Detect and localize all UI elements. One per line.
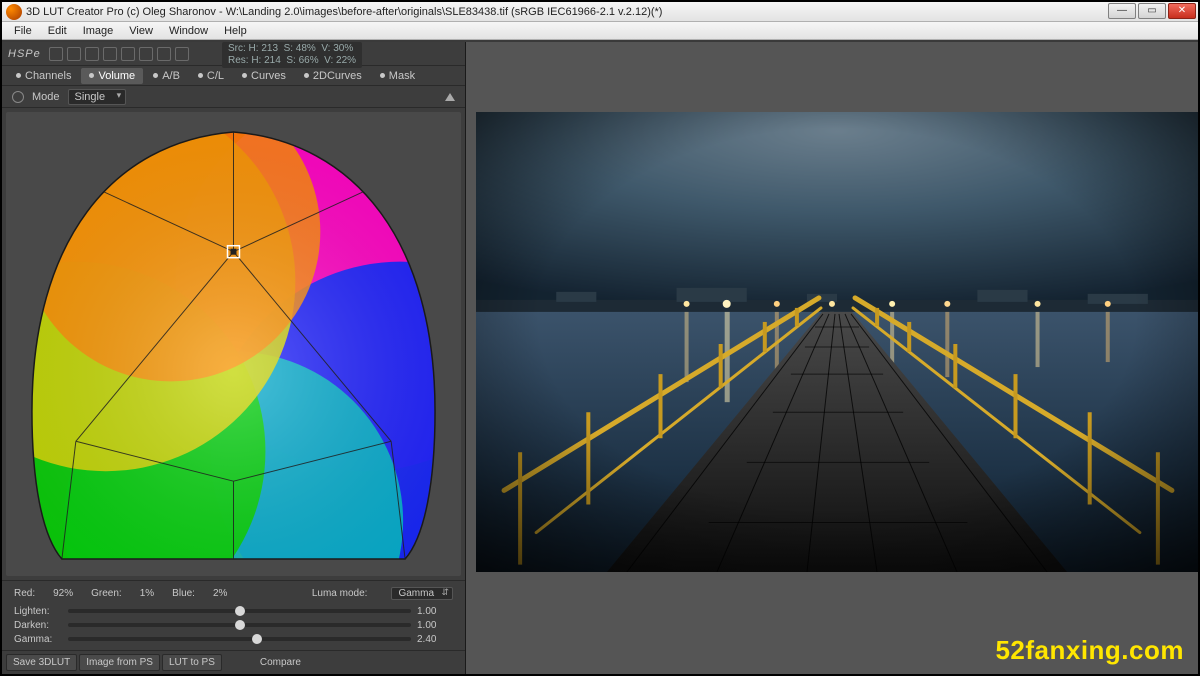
colorspace-label: HSPe (8, 48, 41, 60)
slider-darken: Darken: 1.00 (14, 618, 453, 632)
tab-mask[interactable]: Mask (372, 68, 423, 84)
tab-volume[interactable]: Volume (81, 68, 143, 84)
slider-label: Lighten: (14, 606, 62, 617)
tab-curves[interactable]: Curves (234, 68, 294, 84)
menu-view[interactable]: View (121, 24, 161, 38)
dot-icon (304, 73, 309, 78)
slider-label: Darken: (14, 620, 62, 631)
readout-res: Res: H: 214 S: 66% V: 22% (228, 55, 356, 67)
red-label: Red: (14, 588, 35, 599)
green-value: 1% (140, 588, 154, 599)
left-panel: HSPe Src: H: 213 S: 48% V: 30% Res: H: 2… (2, 42, 466, 674)
slider-value: 1.00 (417, 606, 453, 617)
tool-icons (49, 47, 189, 61)
menu-help[interactable]: Help (216, 24, 255, 38)
toolbar: HSPe Src: H: 213 S: 48% V: 30% Res: H: 2… (2, 42, 465, 66)
mode-label: Mode (32, 91, 60, 103)
slider-value: 2.40 (417, 634, 453, 645)
dot-icon (89, 73, 94, 78)
slider-knob[interactable] (235, 606, 245, 616)
window-title: 3D LUT Creator Pro (c) Oleg Sharonov - W… (26, 6, 1106, 18)
slider-gamma: Gamma: 2.40 (14, 632, 453, 646)
slider-label: Gamma: (14, 634, 62, 645)
readout-src: Src: H: 213 S: 48% V: 30% (228, 43, 356, 55)
move-tool-icon[interactable] (49, 47, 63, 61)
slider-track[interactable] (68, 637, 411, 641)
menu-file[interactable]: File (6, 24, 40, 38)
dot-icon (16, 73, 21, 78)
tab-ab[interactable]: A/B (145, 68, 188, 84)
window-titlebar: 3D LUT Creator Pro (c) Oleg Sharonov - W… (2, 2, 1198, 22)
maximize-button[interactable]: ▭ (1138, 3, 1166, 19)
watermark: 52fanxing.com (995, 635, 1184, 666)
preview-panel: 52fanxing.com (466, 42, 1198, 674)
lasso-tool-icon[interactable] (121, 47, 135, 61)
reset-tool-icon[interactable] (175, 47, 189, 61)
tab-channels[interactable]: Channels (8, 68, 79, 84)
minimize-button[interactable]: — (1108, 3, 1136, 19)
picker-tool-icon[interactable] (85, 47, 99, 61)
blue-label: Blue: (172, 588, 195, 599)
mode-select[interactable]: Single (68, 89, 127, 105)
slider-lighten: Lighten: 1.00 (14, 604, 453, 618)
app-icon (6, 4, 22, 20)
dot-icon (242, 73, 247, 78)
bottom-row: Save 3DLUT Image from PS LUT to PS Compa… (2, 650, 465, 674)
close-button[interactable]: ✕ (1168, 3, 1196, 19)
slider-knob[interactable] (235, 620, 245, 630)
color-volume[interactable] (6, 112, 461, 576)
slider-knob[interactable] (252, 634, 262, 644)
tab-cl[interactable]: C/L (190, 68, 232, 84)
dot-icon (198, 73, 203, 78)
rect-tool-icon[interactable] (103, 47, 117, 61)
rgb-readout: Red: 92% Green: 1% Blue: 2% Luma mode: G… (14, 587, 453, 600)
slider-track[interactable] (68, 623, 411, 627)
zoom-tool-icon[interactable] (139, 47, 153, 61)
mode-row: Mode Single (2, 86, 465, 108)
mode-toggle-icon[interactable] (12, 91, 24, 103)
tab-2dcurves[interactable]: 2DCurves (296, 68, 370, 84)
blue-value: 2% (213, 588, 227, 599)
luma-mode-select[interactable]: Gamma (391, 587, 453, 600)
window-controls: — ▭ ✕ (1106, 3, 1196, 21)
image-preview[interactable] (476, 112, 1198, 572)
compare-button[interactable]: Compare (260, 657, 301, 668)
lut-to-ps-button[interactable]: LUT to PS (162, 654, 222, 671)
dot-icon (380, 73, 385, 78)
params-area: Red: 92% Green: 1% Blue: 2% Luma mode: G… (2, 580, 465, 650)
slider-track[interactable] (68, 609, 411, 613)
red-value: 92% (53, 588, 73, 599)
image-from-ps-button[interactable]: Image from PS (79, 654, 160, 671)
dot-icon (153, 73, 158, 78)
menu-window[interactable]: Window (161, 24, 216, 38)
luma-mode-label: Luma mode: (312, 588, 368, 599)
menu-bar: File Edit Image View Window Help (2, 22, 1198, 40)
rotate-tool-icon[interactable] (157, 47, 171, 61)
tab-strip: Channels Volume A/B C/L Curves 2DCurves … (2, 66, 465, 86)
color-readout: Src: H: 213 S: 48% V: 30% Res: H: 214 S:… (222, 42, 362, 68)
menu-edit[interactable]: Edit (40, 24, 75, 38)
save-3dlut-button[interactable]: Save 3DLUT (6, 654, 77, 671)
slider-value: 1.00 (417, 620, 453, 631)
green-label: Green: (91, 588, 122, 599)
collapse-icon[interactable] (445, 93, 455, 101)
hand-tool-icon[interactable] (67, 47, 81, 61)
menu-image[interactable]: Image (75, 24, 122, 38)
